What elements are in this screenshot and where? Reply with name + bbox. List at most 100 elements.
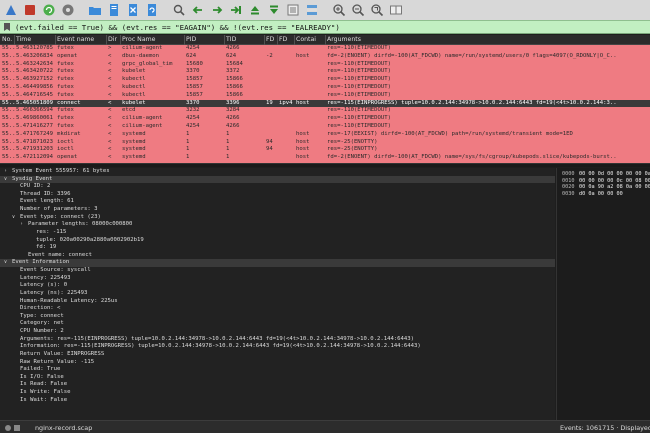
filter-expression[interactable]: (evt.failed == True) && (evt.res == "EAG…	[15, 23, 340, 32]
col-proc-name-header[interactable]: Proc Name	[122, 36, 155, 43]
col-tid-header[interactable]: TID	[226, 36, 236, 43]
open-file-icon[interactable]	[86, 2, 103, 19]
detail-field[interactable]: Is Wait: False	[0, 397, 555, 405]
table-row[interactable]: 55.. 5.463420722 futex < kubelet 3370 3372 res=…	[0, 68, 650, 76]
column-divider[interactable]	[277, 35, 278, 45]
detail-field[interactable]: Return Value: EINPROGRESS	[0, 351, 555, 359]
restart-icon[interactable]	[40, 2, 57, 19]
column-divider[interactable]	[294, 35, 295, 45]
table-row[interactable]: 55.. 5.463927152 futex < kubectl 15857 15866 re…	[0, 76, 650, 84]
detail-field[interactable]: Is Write: False	[0, 389, 555, 397]
table-row[interactable]: 55.. 5.472112094 openat < systemd 1 1 host fd=-2…	[0, 154, 650, 162]
detail-field[interactable]: Direction: <	[0, 305, 555, 313]
column-divider[interactable]	[264, 35, 265, 45]
back-icon[interactable]	[189, 2, 206, 19]
detail-field[interactable]: res: -115	[0, 229, 555, 237]
detail-field[interactable]: Event length: 61	[0, 198, 555, 206]
table-row[interactable]: 55.. 5.463242634 futex < grpc_global_tim 1568…	[0, 61, 650, 69]
table-row[interactable]: 55.. 5.464499856 futex < kubectl 15857 15866 re…	[0, 84, 650, 92]
detail-field[interactable]: Failed: True	[0, 366, 555, 374]
table-row[interactable]: 55.. 5.463206834 openat < dbus-daemon 624 624 -…	[0, 53, 650, 61]
detail-field[interactable]: Latency (ns): 225493	[0, 290, 555, 298]
column-divider[interactable]	[120, 35, 121, 45]
close-file-icon[interactable]	[124, 2, 141, 19]
shark-fin-start-icon[interactable]	[2, 2, 19, 19]
detail-field[interactable]: › Parameter lengths: 08000c000800	[0, 221, 555, 229]
colorize-icon[interactable]	[303, 2, 320, 19]
stop-icon[interactable]	[21, 2, 38, 19]
col-container-header[interactable]: Contai	[296, 36, 316, 43]
first-icon[interactable]	[246, 2, 263, 19]
table-row[interactable]: 55.. 5.463120785 futex > cilium-agent 4254 426…	[0, 45, 650, 53]
table-row[interactable]: 55.. 5.464716545 futex < kubectl 15857 15866 re…	[0, 92, 650, 100]
column-divider[interactable]	[14, 35, 15, 45]
detail-field[interactable]: CPU Number: 2	[0, 328, 555, 336]
detail-field[interactable]: Human-Readable Latency: 225us	[0, 298, 555, 306]
zoom-out-icon[interactable]	[349, 2, 366, 19]
status-info-icon[interactable]	[13, 424, 21, 433]
col-dir-header[interactable]: Dir	[108, 36, 117, 43]
table-row[interactable]: 55.. 5.469860061 futex < cilium-agent 4254 426…	[0, 115, 650, 123]
column-divider[interactable]	[184, 35, 185, 45]
bookmark-icon[interactable]	[2, 22, 12, 32]
expand-arrow-icon[interactable]: ∨	[4, 176, 7, 184]
col-fd-type-header[interactable]: FD	[279, 36, 287, 43]
table-row[interactable]: 55.. 5.466366594 futex < etcd 3232 3284 res=-11…	[0, 107, 650, 115]
table-row[interactable]: 55.. 5.471416277 futex < cilium-agent 4254 426…	[0, 123, 650, 131]
table-row[interactable]: 55.. 5.465051809 connect < kubelet 3370 3396 19…	[0, 99, 650, 108]
detail-field[interactable]: fd: 19	[0, 244, 555, 252]
expand-arrow-icon[interactable]: ∨	[4, 259, 7, 267]
column-divider[interactable]	[106, 35, 107, 45]
table-row[interactable]: 55.. 5.471871023 ioctl < systemd 1 1 94 host res=…	[0, 139, 650, 147]
detail-field[interactable]: Information: res=-115(EINPROGRESS) tuple…	[0, 343, 555, 351]
detail-field[interactable]: Is I/O: False	[0, 374, 555, 382]
column-divider[interactable]	[224, 35, 225, 45]
last-icon[interactable]	[265, 2, 282, 19]
detail-section[interactable]: ∨ Event Information	[0, 259, 555, 268]
status-icon[interactable]	[4, 424, 12, 433]
detail-field[interactable]: tuple: 020a00290a2880a0002902b19	[0, 237, 555, 245]
col-no-header[interactable]: No.	[2, 36, 12, 43]
column-divider[interactable]	[325, 35, 326, 45]
col-event-name-header[interactable]: Event name	[57, 36, 94, 43]
pane-splitter[interactable]	[0, 163, 650, 167]
column-divider[interactable]	[55, 35, 56, 45]
detail-field[interactable]: ∨ Event type: connect (23)	[0, 214, 555, 222]
autoscroll-icon[interactable]	[284, 2, 301, 19]
col-arguments-header[interactable]: Arguments	[327, 36, 361, 43]
table-row[interactable]: 55.. 5.471931203 ioctl < systemd 1 1 94 host res=…	[0, 146, 650, 154]
detail-field[interactable]: Latency: 225493	[0, 275, 555, 283]
col-event-name-cell: futex	[57, 68, 74, 75]
detail-field[interactable]: Event Source: syscall	[0, 267, 555, 275]
detail-field[interactable]: Thread ID: 3396	[0, 191, 555, 199]
table-row[interactable]: 55.. 5.471767249 mkdirat < systemd 1 1 host res=…	[0, 131, 650, 139]
display-filter-bar[interactable]: (evt.failed == True) && (evt.res == "EAG…	[0, 20, 650, 34]
resize-columns-icon[interactable]	[387, 2, 404, 19]
detail-section[interactable]: ∨ Sysdig Event	[0, 175, 555, 184]
go-to-icon[interactable]	[227, 2, 244, 19]
expand-arrow-icon[interactable]: ∨	[12, 214, 15, 222]
save-file-icon[interactable]	[105, 2, 122, 19]
detail-field[interactable]: › System Event 555957: 61 bytes	[0, 168, 555, 176]
detail-field[interactable]: Latency (s): 0	[0, 282, 555, 290]
reload-icon[interactable]	[143, 2, 160, 19]
zoom-in-icon[interactable]	[330, 2, 347, 19]
options-icon[interactable]	[59, 2, 76, 19]
detail-field[interactable]: Type: connect	[0, 313, 555, 321]
zoom-reset-icon[interactable]	[368, 2, 385, 19]
search-icon[interactable]	[170, 2, 187, 19]
detail-field[interactable]: Category: net	[0, 320, 555, 328]
detail-field[interactable]: CPU ID: 2	[0, 183, 555, 191]
forward-icon[interactable]	[208, 2, 225, 19]
detail-field[interactable]: Arguments: res=-115(EINPROGRESS) tuple=1…	[0, 336, 555, 344]
col-pid-header[interactable]: PID	[186, 36, 196, 43]
col-time-header[interactable]: Time	[16, 36, 31, 43]
detail-field[interactable]: Number of parameters: 3	[0, 206, 555, 214]
byte-hex[interactable]: d0 0a 00 00 00	[579, 191, 623, 198]
collapse-arrow-icon[interactable]: ›	[20, 221, 23, 229]
col-fd-header[interactable]: FD	[266, 36, 274, 43]
collapse-arrow-icon[interactable]: ›	[4, 168, 7, 176]
detail-field[interactable]: Raw Return Value: -115	[0, 359, 555, 367]
detail-field[interactable]: Is Read: False	[0, 381, 555, 389]
detail-field[interactable]: Event name: connect	[0, 252, 555, 260]
